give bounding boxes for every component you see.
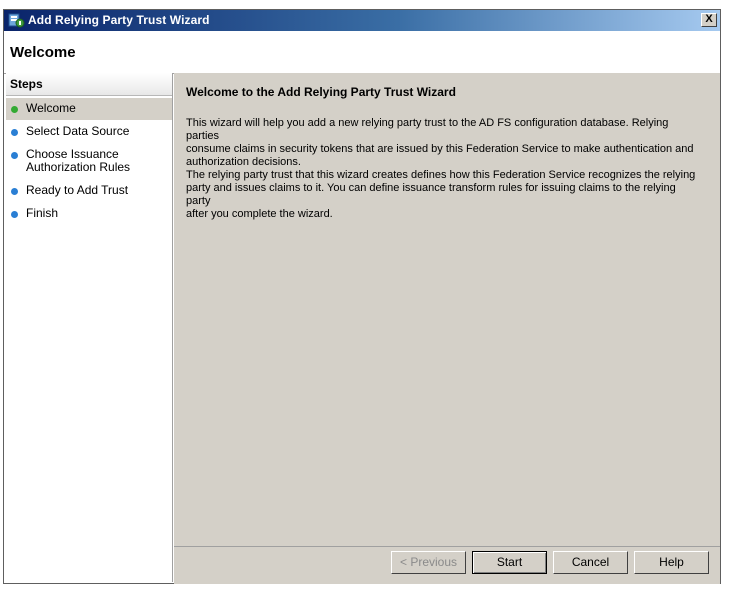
content-title: Welcome to the Add Relying Party Trust W… [186, 85, 456, 99]
start-button[interactable]: Start [472, 551, 547, 574]
steps-heading: Steps [10, 77, 43, 91]
previous-button[interactable]: < Previous [391, 551, 466, 574]
step-label: Welcome [26, 101, 76, 115]
steps-header: Steps [6, 73, 172, 96]
pending-step-icon [11, 188, 18, 195]
intro-line: authorization decisions. [186, 156, 301, 168]
pending-step-icon [11, 129, 18, 136]
step-label: Select Data Source [26, 124, 130, 138]
step-ready-to-add-trust[interactable]: Ready to Add Trust [6, 180, 172, 202]
step-select-data-source[interactable]: Select Data Source [6, 121, 172, 143]
intro-line: This wizard will help you add a new rely… [186, 117, 669, 142]
details-line: party and issues claims to it. You can d… [186, 182, 676, 207]
intro-paragraph: This wizard will help you add a new rely… [186, 117, 698, 169]
window-title: Add Relying Party Trust Wizard [28, 13, 210, 27]
help-button[interactable]: Help [634, 551, 709, 574]
relying-party-icon [8, 13, 25, 28]
details-line: The relying party trust that this wizard… [186, 169, 696, 181]
pending-step-icon [11, 152, 18, 159]
close-button[interactable]: X [701, 13, 717, 27]
steps-sidebar: Steps Welcome Select Data Source Choose … [6, 73, 173, 582]
details-line: after you complete the wizard. [186, 208, 333, 220]
step-label-line2: Authorization Rules [26, 160, 131, 174]
page-title: Welcome [10, 44, 76, 61]
step-finish[interactable]: Finish [6, 203, 172, 225]
intro-line: consume claims in security tokens that a… [186, 143, 694, 155]
title-bar[interactable]: Add Relying Party Trust Wizard X [4, 10, 720, 31]
step-welcome[interactable]: Welcome [6, 98, 172, 120]
cancel-button[interactable]: Cancel [553, 551, 628, 574]
details-paragraph: The relying party trust that this wizard… [186, 169, 698, 221]
current-step-icon [11, 106, 18, 113]
wizard-window: Add Relying Party Trust Wizard X Welcome… [3, 9, 721, 584]
step-label: Ready to Add Trust [26, 183, 129, 197]
button-bar: < Previous Start Cancel Help [174, 546, 720, 584]
step-label: Finish [26, 206, 59, 220]
step-choose-issuance-authorization-rules[interactable]: Choose Issuance Authorization Rules [6, 144, 172, 180]
pending-step-icon [11, 211, 18, 218]
page-header: Welcome [4, 31, 720, 74]
content-panel: Welcome to the Add Relying Party Trust W… [174, 73, 720, 546]
